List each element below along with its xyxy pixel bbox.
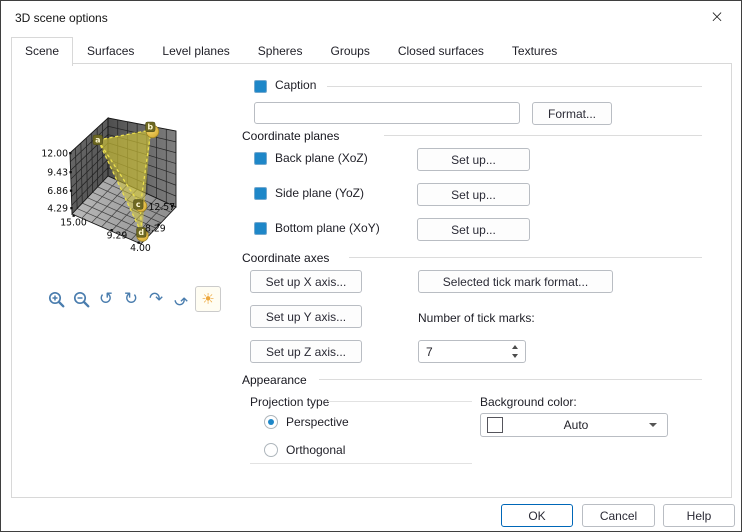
caption-label: Caption bbox=[275, 78, 317, 92]
y-axis-tick: 12.57 bbox=[149, 202, 176, 213]
side-plane-checkbox[interactable] bbox=[254, 187, 267, 200]
side-plane-setup-button[interactable]: Set up... bbox=[417, 183, 530, 206]
scene-3d-preview[interactable]: a b c d 12.00 9.43 6.86 4.29 15.00 9.29 … bbox=[42, 110, 194, 258]
tab-content-scene: a b c d 12.00 9.43 6.86 4.29 15.00 9.29 … bbox=[11, 63, 732, 498]
orthogonal-radio[interactable] bbox=[264, 443, 278, 457]
svg-text:a: a bbox=[95, 136, 100, 145]
perspective-radio[interactable] bbox=[264, 415, 278, 429]
background-color-value: Auto bbox=[563, 418, 589, 432]
light-icon[interactable]: ☀ bbox=[195, 286, 221, 312]
back-plane-label: Back plane (XoZ) bbox=[275, 151, 368, 165]
dialog-3d-scene-options: 3D scene options × Scene Surfaces Level … bbox=[0, 0, 742, 532]
background-color-label: Background color: bbox=[480, 395, 577, 409]
setup-x-axis-button[interactable]: Set up X axis... bbox=[250, 270, 362, 293]
setup-y-axis-button[interactable]: Set up Y axis... bbox=[250, 305, 362, 328]
cancel-button[interactable]: Cancel bbox=[582, 504, 655, 527]
rotate-forward-icon[interactable]: ↷ bbox=[145, 286, 167, 312]
tick-count-label: Number of tick marks: bbox=[418, 311, 535, 325]
divider bbox=[349, 257, 702, 258]
tab-closed-surfaces[interactable]: Closed surfaces bbox=[384, 37, 498, 65]
divider bbox=[319, 379, 702, 380]
bottom-plane-setup-button[interactable]: Set up... bbox=[417, 218, 530, 241]
divider bbox=[328, 401, 472, 402]
setup-z-axis-button[interactable]: Set up Z axis... bbox=[250, 340, 362, 363]
color-swatch bbox=[487, 417, 503, 433]
z-axis-tick: 6.86 bbox=[47, 186, 68, 197]
tab-bar: Scene Surfaces Level planes Spheres Grou… bbox=[11, 37, 571, 66]
divider bbox=[384, 135, 702, 136]
tab-scene[interactable]: Scene bbox=[11, 37, 74, 66]
tab-surfaces[interactable]: Surfaces bbox=[73, 37, 148, 65]
tab-textures[interactable]: Textures bbox=[498, 37, 571, 65]
bottom-plane-checkbox[interactable] bbox=[254, 222, 267, 235]
svg-text:c: c bbox=[136, 200, 141, 209]
caption-checkbox[interactable] bbox=[254, 80, 267, 93]
rotate-left-icon[interactable]: ↺ bbox=[95, 286, 117, 312]
projection-type-label: Projection type bbox=[250, 395, 330, 409]
help-button[interactable]: Help bbox=[663, 504, 735, 527]
rotate-back-icon[interactable]: ↷ bbox=[170, 286, 192, 312]
bottom-plane-label: Bottom plane (XoY) bbox=[275, 221, 380, 235]
stepper-up-icon[interactable] bbox=[512, 345, 518, 349]
x-axis-tick: 9.29 bbox=[107, 231, 128, 242]
tab-groups[interactable]: Groups bbox=[316, 37, 383, 65]
stepper-down-icon[interactable] bbox=[512, 354, 518, 358]
x-axis-tick: 15.00 bbox=[60, 218, 87, 229]
y-axis-tick: 8.29 bbox=[145, 224, 166, 235]
tick-count-input[interactable] bbox=[419, 344, 512, 359]
selected-tick-mark-format-button[interactable]: Selected tick mark format... bbox=[418, 270, 613, 293]
tick-count-stepper[interactable] bbox=[418, 340, 526, 363]
z-axis-tick: 9.43 bbox=[47, 168, 68, 179]
background-color-dropdown[interactable]: Auto bbox=[480, 413, 668, 437]
dialog-title: 3D scene options bbox=[15, 11, 108, 25]
zoom-in-icon[interactable] bbox=[45, 286, 67, 312]
tab-level-planes[interactable]: Level planes bbox=[148, 37, 243, 65]
side-plane-label: Side plane (YoZ) bbox=[275, 186, 364, 200]
divider bbox=[327, 86, 702, 87]
z-axis-tick: 12.00 bbox=[42, 149, 68, 160]
section-appearance: Appearance bbox=[242, 373, 307, 387]
caption-input[interactable] bbox=[254, 102, 520, 124]
close-icon[interactable]: × bbox=[705, 5, 729, 29]
back-plane-checkbox[interactable] bbox=[254, 152, 267, 165]
zoom-out-icon[interactable] bbox=[70, 286, 92, 312]
ok-button[interactable]: OK bbox=[501, 504, 573, 527]
tab-spheres[interactable]: Spheres bbox=[244, 37, 317, 65]
chevron-down-icon bbox=[649, 423, 657, 427]
preview-toolbar: ↺ ↻ ↷ ↷ ☀ bbox=[38, 284, 228, 314]
perspective-label[interactable]: Perspective bbox=[286, 415, 349, 429]
section-coordinate-planes: Coordinate planes bbox=[242, 129, 340, 143]
divider bbox=[250, 463, 472, 464]
z-axis-tick: 4.29 bbox=[47, 204, 68, 215]
svg-text:d: d bbox=[138, 228, 144, 237]
section-coordinate-axes: Coordinate axes bbox=[242, 251, 330, 265]
orthogonal-label[interactable]: Orthogonal bbox=[286, 443, 345, 457]
svg-text:b: b bbox=[147, 123, 153, 132]
back-plane-setup-button[interactable]: Set up... bbox=[417, 148, 530, 171]
title-bar: 3D scene options × bbox=[1, 1, 741, 35]
format-button[interactable]: Format... bbox=[532, 102, 612, 125]
x-axis-tick: 4.00 bbox=[130, 243, 151, 254]
rotate-right-icon[interactable]: ↻ bbox=[120, 286, 142, 312]
